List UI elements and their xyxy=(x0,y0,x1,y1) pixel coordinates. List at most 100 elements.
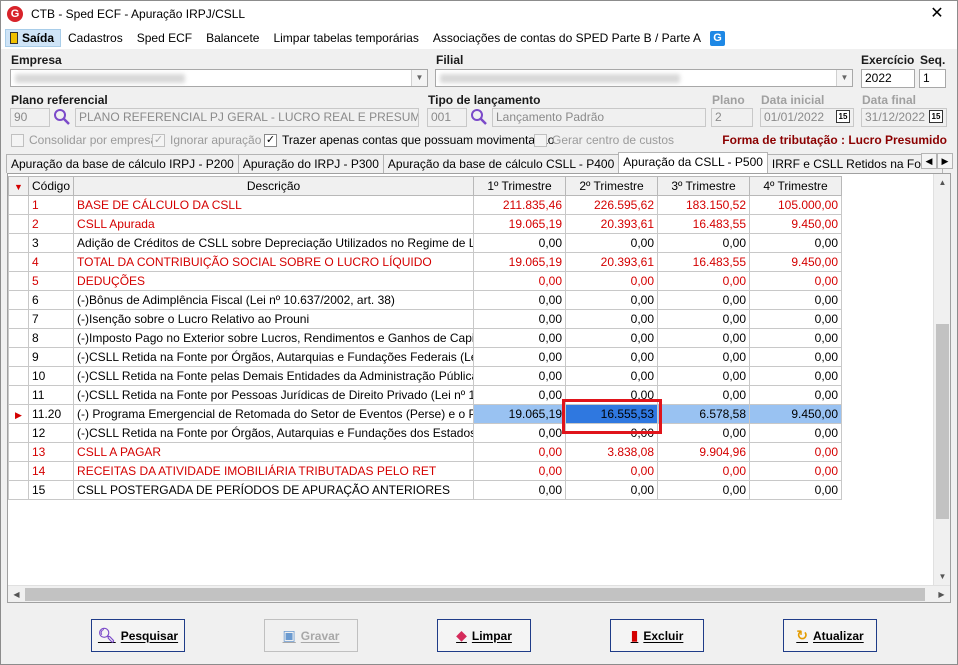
row-indicator[interactable] xyxy=(8,480,29,500)
row-indicator[interactable] xyxy=(8,233,29,253)
cell-trimestre-2[interactable]: 0,00 xyxy=(565,423,659,443)
cell-trimestre-1[interactable]: 0,00 xyxy=(473,423,567,443)
cell-trimestre-1[interactable]: 0,00 xyxy=(473,328,567,348)
header-trimestre-1[interactable]: 1º Trimestre xyxy=(473,176,567,196)
cell-descricao[interactable]: DEDUÇÕES xyxy=(73,271,475,291)
cell-trimestre-3[interactable]: 183.150,52 xyxy=(657,195,751,215)
table-row[interactable]: 7 (-)Isenção sobre o Lucro Relativo ao Pr… xyxy=(8,309,843,329)
cell-descricao[interactable]: Adição de Créditos de CSLL sobre Depreci… xyxy=(73,233,475,253)
empresa-select[interactable]: ▼ xyxy=(10,69,428,87)
cell-trimestre-3[interactable]: 0,00 xyxy=(657,290,751,310)
cell-trimestre-3[interactable]: 16.483,55 xyxy=(657,252,751,272)
atualizar-button[interactable]: ↻ Atualizar xyxy=(783,619,877,652)
table-row[interactable]: 6 (-)Bônus de Adimplência Fiscal (Lei nº … xyxy=(8,290,843,310)
cell-trimestre-2[interactable]: 0,00 xyxy=(565,290,659,310)
search-icon[interactable] xyxy=(53,108,71,126)
cell-trimestre-1[interactable]: 19.065,19 xyxy=(473,252,567,272)
cell-codigo[interactable]: 11 xyxy=(27,385,75,405)
cell-trimestre-2[interactable]: 20.393,61 xyxy=(565,214,659,234)
cell-trimestre-1[interactable]: 0,00 xyxy=(473,461,567,481)
cell-trimestre-4[interactable]: 0,00 xyxy=(749,347,843,367)
tab-scroll-right-icon[interactable]: ▶ xyxy=(937,153,953,169)
cell-descricao[interactable]: (-)CSLL Retida na Fonte por Órgãos, Auta… xyxy=(73,423,475,443)
excluir-button[interactable]: ▮ Excluir xyxy=(610,619,704,652)
tipo-lancamento-code-field[interactable]: 001 xyxy=(427,108,467,127)
tab-p200[interactable]: Apuração da base de cálculo IRPJ - P200 xyxy=(6,154,239,173)
table-row[interactable]: 5 DEDUÇÕES 0,00 0,00 0,00 0,00 xyxy=(8,271,843,291)
ignorar-apuracao-checkbox[interactable]: ✓ Ignorar apuração xyxy=(152,133,261,147)
cell-trimestre-1[interactable]: 0,00 xyxy=(473,480,567,500)
header-trimestre-3[interactable]: 3º Trimestre xyxy=(657,176,751,196)
row-indicator[interactable] xyxy=(8,195,29,215)
cell-codigo[interactable]: 7 xyxy=(27,309,75,329)
cell-trimestre-2[interactable]: 0,00 xyxy=(565,309,659,329)
search-icon[interactable] xyxy=(470,108,488,126)
menu-balancete[interactable]: Balancete xyxy=(199,29,266,47)
cell-trimestre-4[interactable]: 9.450,00 xyxy=(749,214,843,234)
cell-trimestre-4[interactable]: 0,00 xyxy=(749,385,843,405)
row-indicator[interactable] xyxy=(8,442,29,462)
row-indicator[interactable] xyxy=(8,271,29,291)
cell-descricao[interactable]: (-)Isenção sobre o Lucro Relativo ao Pro… xyxy=(73,309,475,329)
cell-trimestre-3[interactable]: 9.904,96 xyxy=(657,442,751,462)
g-app-icon[interactable]: G xyxy=(710,30,726,46)
table-row[interactable]: 3 Adição de Créditos de CSLL sobre Deprec… xyxy=(8,233,843,253)
row-indicator[interactable] xyxy=(8,290,29,310)
cell-trimestre-3[interactable]: 0,00 xyxy=(657,233,751,253)
cell-trimestre-3[interactable]: 16.483,55 xyxy=(657,214,751,234)
row-indicator-icon[interactable]: ▶ xyxy=(8,404,29,424)
cell-descricao[interactable]: (-)CSLL Retida na Fonte por Pessoas Jurí… xyxy=(73,385,475,405)
scroll-thumb[interactable] xyxy=(936,324,949,519)
cell-codigo[interactable]: 14 xyxy=(27,461,75,481)
row-indicator[interactable] xyxy=(8,366,29,386)
cell-codigo[interactable]: 10 xyxy=(27,366,75,386)
cell-trimestre-4[interactable]: 0,00 xyxy=(749,233,843,253)
chevron-down-icon[interactable]: ▼ xyxy=(836,70,852,86)
cell-trimestre-4[interactable]: 0,00 xyxy=(749,309,843,329)
menu-saida[interactable]: Saída xyxy=(5,29,62,47)
seq-field[interactable]: 1 xyxy=(919,69,946,88)
close-icon[interactable]: ✕ xyxy=(923,4,951,24)
cell-trimestre-4[interactable]: 9.450,00 xyxy=(749,252,843,272)
cell-trimestre-4[interactable]: 9.450,00 xyxy=(749,404,843,424)
plano-referencial-code-field[interactable]: 90 xyxy=(10,108,50,127)
row-indicator[interactable] xyxy=(8,214,29,234)
cell-codigo[interactable]: 13 xyxy=(27,442,75,462)
cell-trimestre-1[interactable]: 19.065,19 xyxy=(473,404,567,424)
cell-codigo[interactable]: 4 xyxy=(27,252,75,272)
cell-trimestre-1[interactable]: 0,00 xyxy=(473,271,567,291)
cell-trimestre-1[interactable]: 0,00 xyxy=(473,385,567,405)
cell-trimestre-4[interactable]: 0,00 xyxy=(749,423,843,443)
cell-codigo[interactable]: 9 xyxy=(27,347,75,367)
cell-trimestre-4[interactable]: 0,00 xyxy=(749,480,843,500)
cell-trimestre-2[interactable]: 226.595,62 xyxy=(565,195,659,215)
cell-codigo[interactable]: 8 xyxy=(27,328,75,348)
menu-cadastros[interactable]: Cadastros xyxy=(61,29,130,47)
row-indicator[interactable] xyxy=(8,309,29,329)
menu-sped-ecf[interactable]: Sped ECF xyxy=(130,29,199,47)
header-trimestre-4[interactable]: 4º Trimestre xyxy=(749,176,843,196)
gerar-centro-custos-checkbox[interactable]: Gerar centro de custos xyxy=(534,133,674,147)
scroll-down-icon[interactable]: ▼ xyxy=(934,568,951,585)
header-descricao[interactable]: Descrição xyxy=(73,176,475,196)
scroll-thumb[interactable] xyxy=(25,588,925,601)
calendar-icon[interactable]: 15 xyxy=(836,110,850,123)
tab-p500[interactable]: Apuração da CSLL - P500 xyxy=(618,152,768,173)
calendar-icon[interactable]: 15 xyxy=(929,110,943,123)
cell-trimestre-2[interactable]: 3.838,08 xyxy=(565,442,659,462)
cell-trimestre-4[interactable]: 0,00 xyxy=(749,328,843,348)
cell-trimestre-3[interactable]: 0,00 xyxy=(657,366,751,386)
pesquisar-button[interactable]: 🔍︎ Pesquisar xyxy=(91,619,185,652)
cell-trimestre-2[interactable]: 0,00 xyxy=(565,461,659,481)
cell-trimestre-3[interactable]: 6.578,58 xyxy=(657,404,751,424)
table-row[interactable]: 11 (-)CSLL Retida na Fonte por Pessoas Ju… xyxy=(8,385,843,405)
row-indicator[interactable] xyxy=(8,347,29,367)
cell-descricao[interactable]: TOTAL DA CONTRIBUIÇÃO SOCIAL SOBRE O LUC… xyxy=(73,252,475,272)
tab-irrf-csll[interactable]: IRRF e CSLL Retidos na Fonte xyxy=(766,154,943,173)
table-row[interactable]: 13 CSLL A PAGAR 0,00 3.838,08 9.904,96 0,00 xyxy=(8,442,843,462)
cell-descricao[interactable]: (-)CSLL Retida na Fonte pelas Demais Ent… xyxy=(73,366,475,386)
cell-codigo[interactable]: 12 xyxy=(27,423,75,443)
cell-trimestre-4[interactable]: 0,00 xyxy=(749,461,843,481)
cell-codigo[interactable]: 6 xyxy=(27,290,75,310)
cell-trimestre-1[interactable]: 0,00 xyxy=(473,233,567,253)
